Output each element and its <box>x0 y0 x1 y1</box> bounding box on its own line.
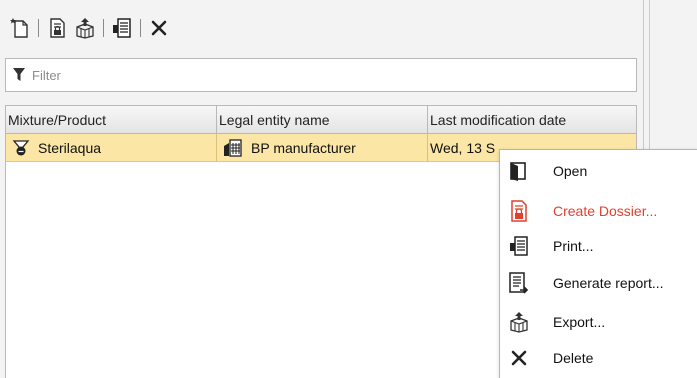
menu-item-label: Create Dossier... <box>553 203 658 219</box>
mixture-icon <box>12 139 30 157</box>
export-button[interactable] <box>71 14 99 42</box>
create-dossier-icon <box>507 199 531 223</box>
toolbar-separator <box>38 19 39 37</box>
report-icon <box>507 271 531 295</box>
menu-item-generate-report[interactable]: Generate report... <box>500 267 697 299</box>
context-menu: Open Create Dossier... Print... Generate… <box>499 149 697 378</box>
table-header: Mixture/Product Legal entity name Last m… <box>6 106 636 134</box>
menu-item-label: Export... <box>553 314 606 330</box>
toolbar-separator <box>140 19 141 37</box>
menu-item-delete[interactable]: Delete <box>500 342 697 374</box>
cell-legal-entity: BP manufacturer <box>217 134 428 161</box>
new-document-icon <box>9 17 31 39</box>
menu-item-label: Delete <box>553 350 594 366</box>
column-header-last-modification-date[interactable]: Last modification date <box>428 106 636 133</box>
delete-x-icon <box>507 346 531 370</box>
menu-item-open[interactable]: Open <box>500 155 697 187</box>
menu-item-label: Generate report... <box>553 275 664 291</box>
menu-item-create-dossier[interactable]: Create Dossier... <box>500 195 697 227</box>
delete-x-icon <box>149 18 169 38</box>
last-modified-date: Wed, 13 S <box>430 139 496 156</box>
cell-product: Sterilaqua <box>6 134 217 161</box>
menu-item-label: Open <box>553 163 588 179</box>
new-document-button[interactable] <box>6 14 34 42</box>
legal-entity-name: BP manufacturer <box>251 139 356 156</box>
print-icon <box>111 17 133 39</box>
product-name: Sterilaqua <box>38 139 102 156</box>
column-header-mixture-product[interactable]: Mixture/Product <box>6 106 217 133</box>
toolbar <box>6 14 173 42</box>
create-dossier-button[interactable] <box>43 14 71 42</box>
toolbar-separator <box>103 19 104 37</box>
filter-input[interactable] <box>30 66 614 84</box>
create-dossier-icon <box>46 17 68 39</box>
column-header-legal-entity-name[interactable]: Legal entity name <box>217 106 428 133</box>
menu-item-export[interactable]: Export... <box>500 306 697 338</box>
open-icon <box>507 159 531 183</box>
print-icon <box>507 234 531 258</box>
menu-item-label: Print... <box>553 238 594 254</box>
print-button[interactable] <box>108 14 136 42</box>
menu-item-print[interactable]: Print... <box>500 230 697 262</box>
export-icon <box>74 17 96 39</box>
funnel-icon <box>12 67 26 83</box>
delete-button[interactable] <box>145 14 173 42</box>
export-icon <box>507 310 531 334</box>
building-icon <box>223 138 243 157</box>
filter-box[interactable] <box>5 58 637 92</box>
